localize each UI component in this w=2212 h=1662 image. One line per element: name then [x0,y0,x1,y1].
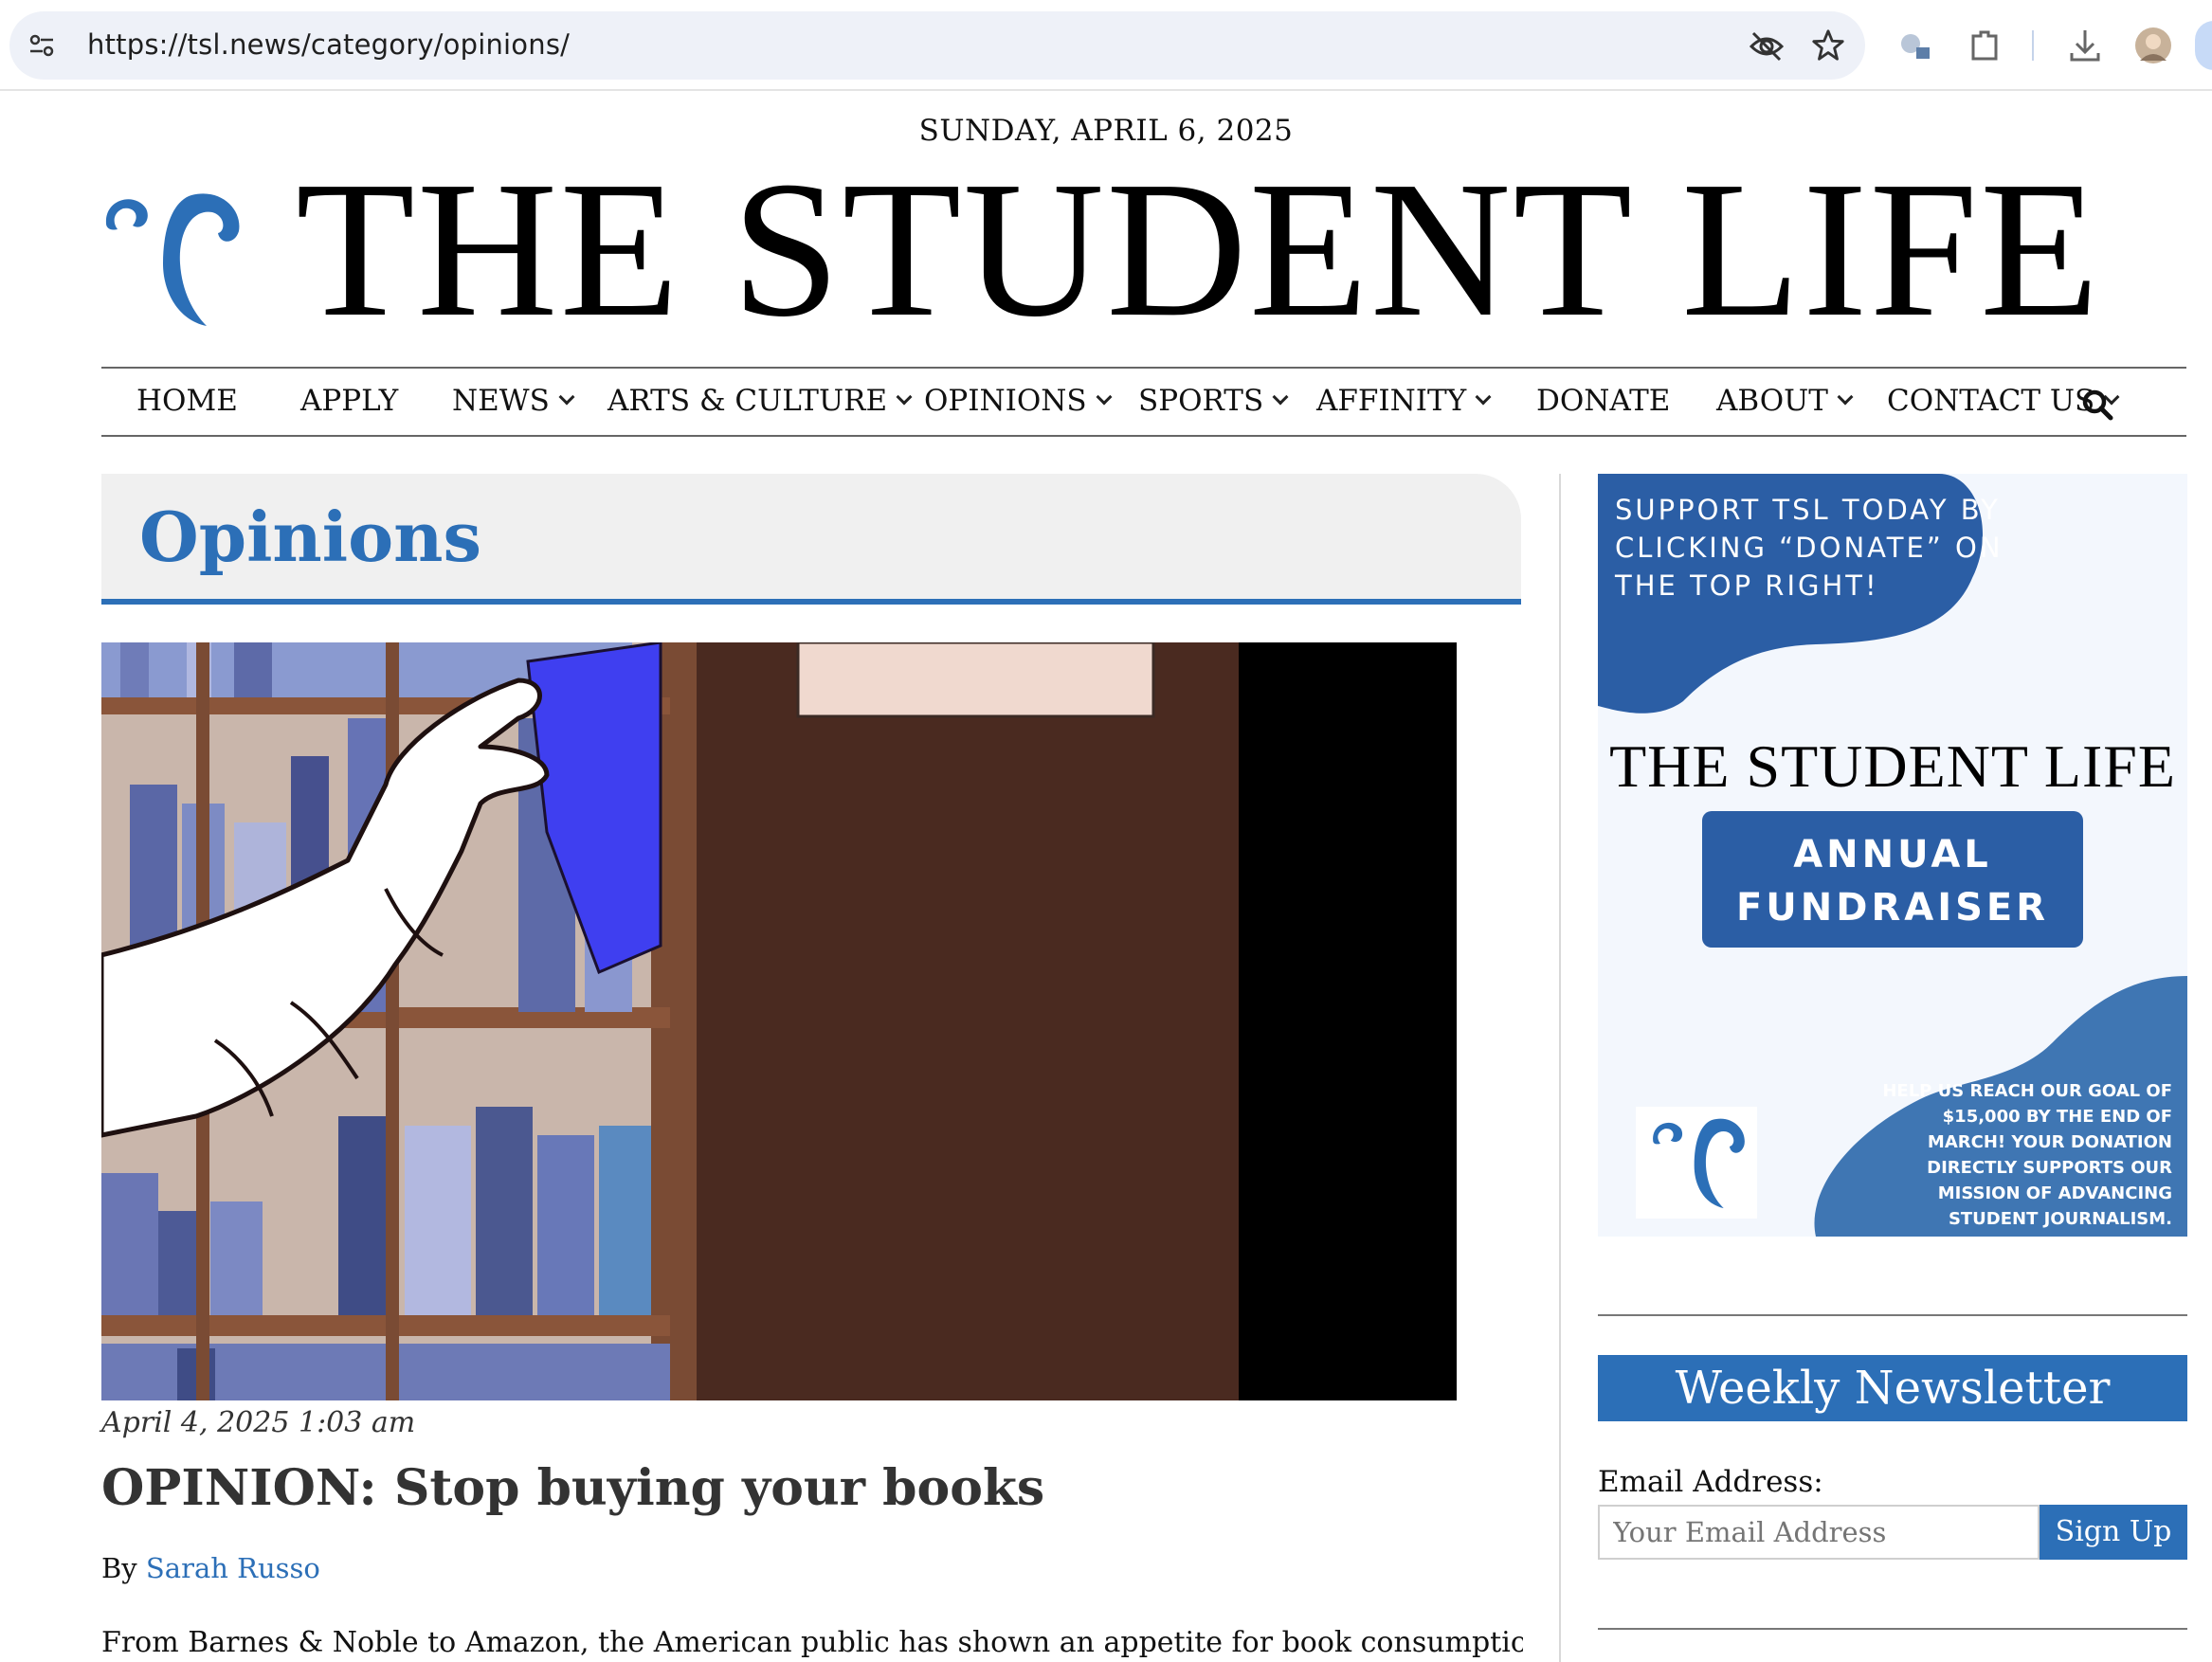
browser-toolbar: https://tsl.news/category/opinions/ [0,0,2212,91]
chevron-down-icon [1475,388,1492,406]
article-byline: By Sarah Russo [101,1552,320,1584]
fundraiser-ad[interactable]: SUPPORT TSL TODAY BY CLICKING “DONATE” O… [1598,474,2187,1237]
author-link[interactable]: Sarah Russo [146,1552,320,1584]
nav-label: NEWS [452,384,550,418]
chevron-down-icon [558,388,575,406]
sign-up-button[interactable]: Sign Up [2040,1505,2187,1560]
ad-button-line-2: FUNDRAISER [1735,886,2050,930]
site-title[interactable]: THE STUDENT LIFE [296,152,2101,347]
article-title[interactable]: OPINION: Stop buying your books [101,1459,1044,1517]
nav-label: APPLY [300,384,399,418]
tsl-logo-icon[interactable] [100,188,243,332]
ad-logo-box [1636,1107,1757,1219]
url-text[interactable]: https://tsl.news/category/opinions/ [87,28,570,61]
newsletter-heading: Weekly Newsletter [1598,1355,2187,1421]
category-header: Opinions [101,474,1521,599]
nav-label: SPORTS [1138,384,1264,418]
nav-label: ABOUT [1716,384,1828,418]
address-bar[interactable]: https://tsl.news/category/opinions/ [9,11,1865,80]
chevron-down-icon [1096,388,1113,406]
toolbar-divider [2032,30,2034,61]
category-underline [101,599,1521,605]
nav-item-home[interactable]: HOME [136,384,238,418]
ad-button-line-1: ANNUAL [1793,833,1992,876]
ad-support-text: SUPPORT TSL TODAY BY CLICKING “DONATE” O… [1615,494,2003,602]
sidebar-divider [1598,1314,2187,1316]
eye-off-icon[interactable] [1748,27,1786,65]
nav-item-donate[interactable]: DONATE [1536,384,1670,418]
nav-item-about[interactable]: ABOUT [1716,384,1854,418]
annual-fundraiser-button[interactable]: ANNUAL FUNDRAISER [1702,811,2083,948]
nav-label: AFFINITY [1316,384,1467,418]
sidebar-divider [1598,1628,2187,1630]
extensions-puzzle-icon[interactable] [1966,27,2003,64]
side-panel-button[interactable] [2195,21,2212,70]
nav-item-news[interactable]: NEWS [452,384,575,418]
email-label: Email Address: [1598,1465,1823,1499]
byline-prefix: By [101,1552,137,1584]
nav-label: OPINIONS [924,384,1087,418]
nav-item-opinions[interactable]: OPINIONS [924,384,1113,418]
page-title: Opinions [139,497,482,577]
ad-goal-text: HELP US REACH OUR GOAL OF $15,000 BY THE… [1882,1081,2172,1229]
nav-label: CONTACT US [1887,384,2095,418]
chevron-down-icon [1272,388,1289,406]
nav-item-affinity[interactable]: AFFINITY [1316,384,1492,418]
site-settings-icon[interactable] [27,30,57,61]
bookmark-star-icon[interactable] [1810,27,1846,63]
chevron-down-icon [1837,388,1854,406]
article-featured-image[interactable] [101,642,1457,1400]
search-icon[interactable] [2080,388,2114,422]
bookshelf-illustration [101,642,1457,1400]
extension-icon[interactable] [1895,27,1933,64]
tsl-logo-icon [1653,1118,1745,1209]
download-icon[interactable] [2066,27,2104,64]
email-field[interactable] [1598,1505,2040,1560]
nav-item-arts-culture[interactable]: ARTS & CULTURE [607,384,913,418]
nav-label: DONATE [1536,384,1671,418]
main-nav: HOME APPLY NEWS ARTS & CULTURE OPINIONS … [101,367,2186,437]
nav-label: ARTS & CULTURE [607,384,888,418]
nav-label: HOME [136,384,238,418]
nav-item-apply[interactable]: APPLY [300,384,398,418]
column-divider [1559,474,1561,1662]
article-excerpt: From Barnes & Noble to Amazon, the Ameri… [101,1626,1523,1659]
article-date: April 4, 2025 1:03 am [101,1406,416,1439]
chevron-down-icon [896,388,913,406]
nav-item-sports[interactable]: SPORTS [1138,384,1289,418]
ad-brand-title: THE STUDENT LIFE [1609,732,2176,800]
profile-avatar-icon[interactable] [2134,27,2172,64]
